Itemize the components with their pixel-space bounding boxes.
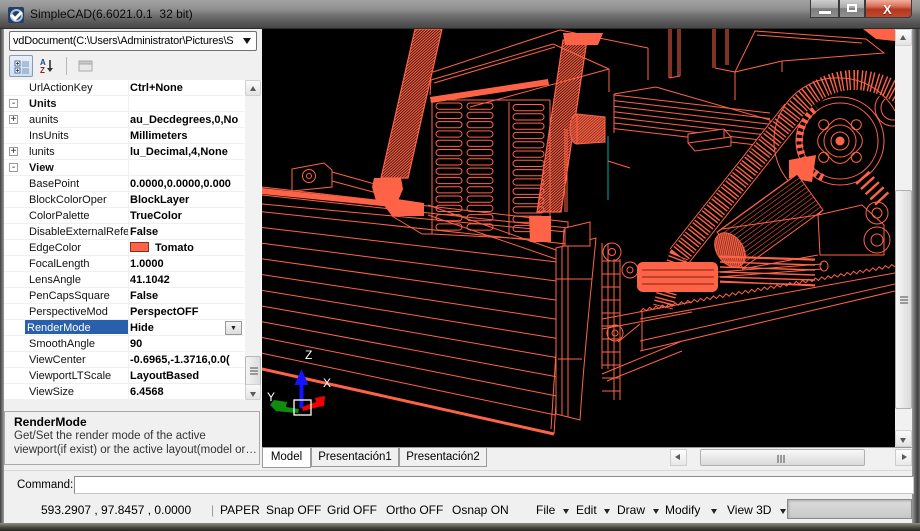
svg-text:Z: Z	[305, 348, 312, 362]
svg-text:Z: Z	[40, 66, 45, 74]
svg-text:X: X	[323, 376, 331, 390]
